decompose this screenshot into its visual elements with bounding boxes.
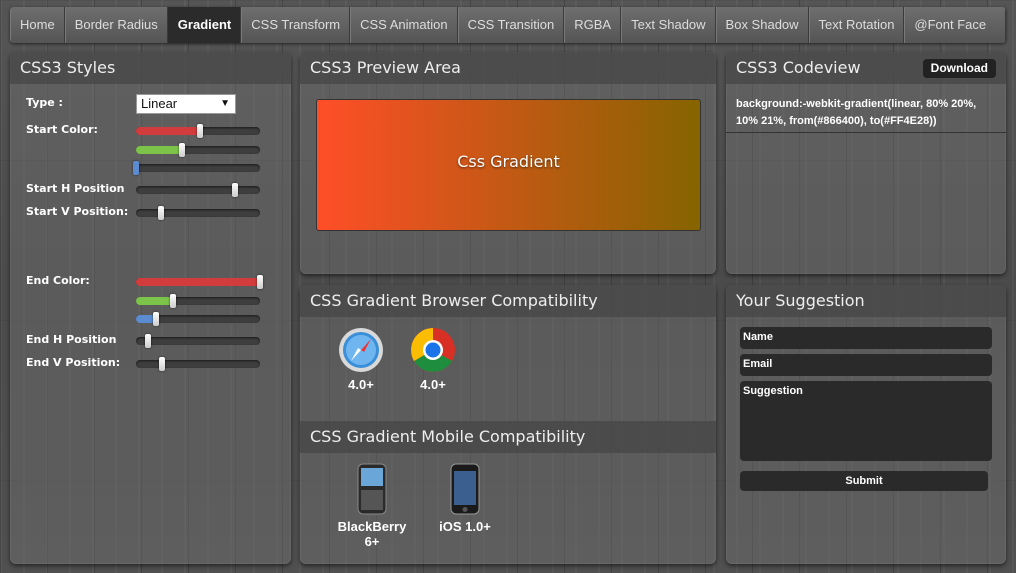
slider-handle[interactable] xyxy=(133,161,139,175)
slider-handle[interactable] xyxy=(152,312,159,326)
gradient-type-value: Linear xyxy=(141,96,178,111)
tab-text-shadow[interactable]: Text Shadow xyxy=(621,7,716,43)
mobile-ios: iOS 1.0+ xyxy=(430,463,500,534)
slider-fill xyxy=(136,278,260,286)
tab-box-shadow[interactable]: Box Shadow xyxy=(715,7,809,43)
end-h-slider[interactable] xyxy=(136,334,260,348)
end-v-label: End V Position: xyxy=(26,356,121,369)
tab-rgba[interactable]: RGBA xyxy=(564,7,622,43)
start-h-slider[interactable] xyxy=(136,183,260,197)
end-h-label: End H Position xyxy=(26,333,117,346)
code-output: background:-webkit-gradient(linear, 80% … xyxy=(736,98,977,127)
slider-handle[interactable] xyxy=(197,124,204,138)
gradient-preview-text: Css Gradient xyxy=(457,152,560,171)
mobile-compat-title: CSS Gradient Mobile Compatibility xyxy=(300,421,716,453)
start-green-slider[interactable] xyxy=(136,143,260,157)
tab-gradient[interactable]: Gradient xyxy=(167,7,242,43)
end-red-slider[interactable] xyxy=(136,275,263,289)
name-field[interactable]: Name xyxy=(740,327,992,349)
blackberry-label: BlackBerry 6+ xyxy=(337,519,407,549)
start-v-label: Start V Position: xyxy=(26,205,129,218)
codeview-panel: CSS3 Codeview Download background:-webki… xyxy=(726,52,1006,274)
compat-panel: CSS Gradient Browser Compatibility 4.0+ … xyxy=(300,285,716,564)
browser-compat-title: CSS Gradient Browser Compatibility xyxy=(300,285,716,317)
safari-icon xyxy=(339,328,383,372)
tab-font-face[interactable]: @Font Face xyxy=(904,7,1006,43)
slider-fill xyxy=(136,297,174,305)
iphone-icon xyxy=(450,463,480,515)
gradient-type-select[interactable]: Linear ▼ xyxy=(136,94,236,114)
suggestion-panel: Your Suggestion Name Email Suggestion Su… xyxy=(726,285,1006,564)
end-color-label: End Color: xyxy=(26,274,90,287)
browser-chrome: 4.0+ xyxy=(398,327,468,392)
dropdown-arrow-icon: ▼ xyxy=(220,98,230,109)
mobile-blackberry: BlackBerry 6+ xyxy=(332,463,412,549)
end-v-slider[interactable] xyxy=(136,357,260,371)
tab-home[interactable]: Home xyxy=(10,7,65,43)
chrome-version: 4.0+ xyxy=(420,377,446,392)
start-h-label: Start H Position xyxy=(26,182,125,195)
slider-handle[interactable] xyxy=(232,183,239,197)
chrome-icon xyxy=(411,328,455,372)
slider-handle[interactable] xyxy=(170,294,177,308)
preview-panel: CSS3 Preview Area Css Gradient xyxy=(300,52,716,274)
browser-safari: 4.0+ xyxy=(326,327,396,392)
download-button[interactable]: Download xyxy=(922,59,996,78)
tab-css-transform[interactable]: CSS Transform xyxy=(241,7,351,43)
start-color-label: Start Color: xyxy=(26,123,98,136)
ios-label: iOS 1.0+ xyxy=(439,519,491,534)
email-field[interactable]: Email xyxy=(740,354,992,376)
suggestion-panel-title: Your Suggestion xyxy=(726,285,1006,317)
tab-text-rotation[interactable]: Text Rotation xyxy=(808,7,905,43)
slider-handle[interactable] xyxy=(157,206,164,220)
slider-fill xyxy=(136,146,182,154)
slider-handle[interactable] xyxy=(159,357,166,371)
start-blue-slider[interactable] xyxy=(133,161,260,175)
start-v-slider[interactable] xyxy=(136,206,260,220)
gradient-preview: Css Gradient xyxy=(316,99,701,231)
tab-border-radius[interactable]: Border Radius xyxy=(64,7,168,43)
type-label: Type : xyxy=(26,96,63,109)
slider-fill xyxy=(136,127,201,135)
safari-version: 4.0+ xyxy=(348,377,374,392)
suggestion-textarea[interactable]: Suggestion xyxy=(740,381,992,461)
end-green-slider[interactable] xyxy=(136,294,260,308)
preview-panel-title: CSS3 Preview Area xyxy=(300,52,716,84)
slider-handle[interactable] xyxy=(178,143,185,157)
end-blue-slider[interactable] xyxy=(136,312,260,326)
top-nav: Home Border Radius Gradient CSS Transfor… xyxy=(10,7,1006,43)
tab-css-transition[interactable]: CSS Transition xyxy=(457,7,565,43)
styles-panel: CSS3 Styles Type : Linear ▼ Start Color:… xyxy=(10,52,291,564)
code-divider xyxy=(726,132,1006,133)
blackberry-icon xyxy=(357,463,387,515)
styles-panel-title: CSS3 Styles xyxy=(10,52,291,84)
tab-css-animation[interactable]: CSS Animation xyxy=(350,7,458,43)
slider-handle[interactable] xyxy=(257,275,263,289)
submit-button[interactable]: Submit xyxy=(740,471,988,491)
slider-handle[interactable] xyxy=(145,334,152,348)
start-red-slider[interactable] xyxy=(136,124,260,138)
